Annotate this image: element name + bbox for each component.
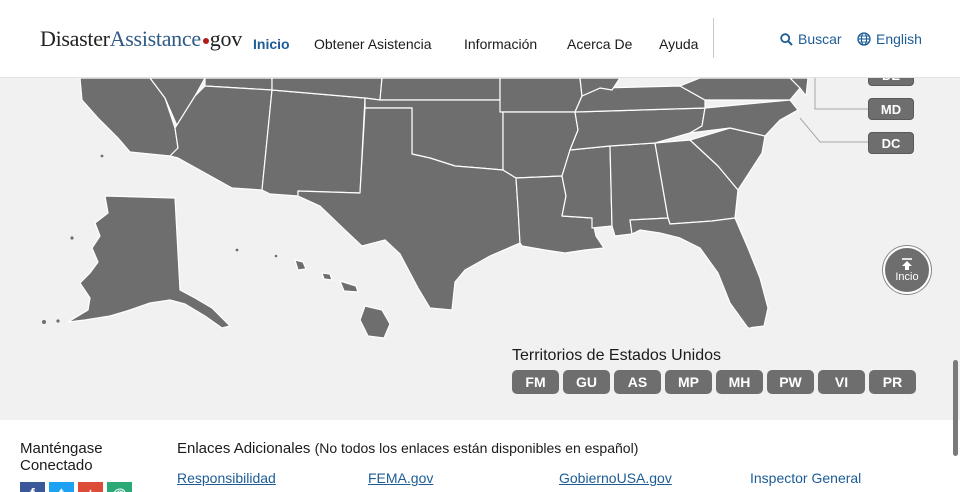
territory-button-mh[interactable]: MH (716, 370, 763, 394)
territories-title: Territorios de Estados Unidos (512, 347, 721, 364)
search-icon (780, 32, 793, 46)
footer-link-fema[interactable]: FEMA.gov (368, 470, 433, 486)
back-to-top-label: Incio (895, 271, 919, 283)
back-to-top-button[interactable]: Incio (883, 246, 931, 294)
logo-text-disaster: Disaster (40, 26, 110, 51)
additional-links-heading: Enlaces Adicionales (177, 440, 311, 457)
nav-informacion[interactable]: Información (464, 36, 537, 52)
globe-icon (857, 32, 871, 46)
arrow-up-icon (902, 258, 912, 270)
additional-links-note: (No todos los enlaces están disponibles … (314, 440, 639, 456)
language-label: English (876, 31, 922, 47)
language-toggle[interactable]: English (857, 31, 922, 47)
state-alaska (67, 195, 231, 329)
state-north-carolina (689, 99, 799, 137)
site-footer: Manténgase Conectado f t + @ Enlaces Adi… (0, 420, 960, 492)
state-mississippi (561, 145, 613, 229)
site-logo[interactable]: DisasterAssistance gov (40, 26, 242, 52)
state-hawaii (294, 259, 391, 339)
territory-button-mp[interactable]: MP (665, 370, 712, 394)
social-links: f t + @ (20, 482, 132, 492)
nav-ayuda[interactable]: Ayuda (659, 36, 698, 52)
state-florida (629, 217, 769, 329)
nav-inicio[interactable]: Inicio (253, 36, 290, 52)
footer-link-gobiernousa[interactable]: GobiernoUSA.gov (559, 470, 672, 486)
territory-button-pw[interactable]: PW (767, 370, 814, 394)
logo-text-gov: gov (209, 26, 242, 51)
state-button-dc[interactable]: DC (868, 132, 914, 154)
site-header: DisasterAssistance gov Inicio Obtener Asi… (0, 0, 960, 78)
territory-button-vi[interactable]: VI (818, 370, 865, 394)
logo-text-assistance: Assistance (109, 26, 201, 51)
state-button-md[interactable]: MD (868, 98, 914, 120)
us-map-svg (42, 78, 868, 339)
nav-divider (713, 18, 714, 58)
connect-title: Manténgase Conectado (20, 440, 103, 474)
us-disaster-map: DE MD DC (0, 78, 960, 420)
territory-button-pr[interactable]: PR (869, 370, 916, 394)
google-plus-icon[interactable]: + (78, 482, 103, 492)
state-button-de[interactable]: DE (868, 78, 914, 86)
nav-obtener-asistencia[interactable]: Obtener Asistencia (314, 36, 432, 52)
logo-dot (202, 38, 209, 44)
footer-link-inspector-general[interactable]: Inspector General (750, 470, 861, 486)
page-scrollbar[interactable] (953, 360, 958, 456)
twitter-icon[interactable]: t (49, 482, 74, 492)
additional-links-title: Enlaces Adicionales (No todos los enlace… (177, 440, 638, 457)
territory-button-gu[interactable]: GU (563, 370, 610, 394)
state-missouri (499, 78, 583, 113)
facebook-icon[interactable]: f (20, 482, 45, 492)
state-connector-lines (799, 78, 868, 143)
state-kansas (379, 78, 501, 101)
search-button[interactable]: Buscar (780, 31, 842, 47)
email-icon[interactable]: @ (107, 482, 132, 492)
footer-link-responsibilidad[interactable]: Responsibilidad (177, 470, 276, 486)
state-new-mexico (261, 89, 366, 197)
territory-buttons: FM GU AS MP MH PW VI PR (512, 370, 916, 394)
territory-button-as[interactable]: AS (614, 370, 661, 394)
state-virginia (679, 78, 801, 101)
territory-button-fm[interactable]: FM (512, 370, 559, 394)
search-label: Buscar (798, 31, 842, 47)
nav-acerca-de[interactable]: Acerca De (567, 36, 632, 52)
